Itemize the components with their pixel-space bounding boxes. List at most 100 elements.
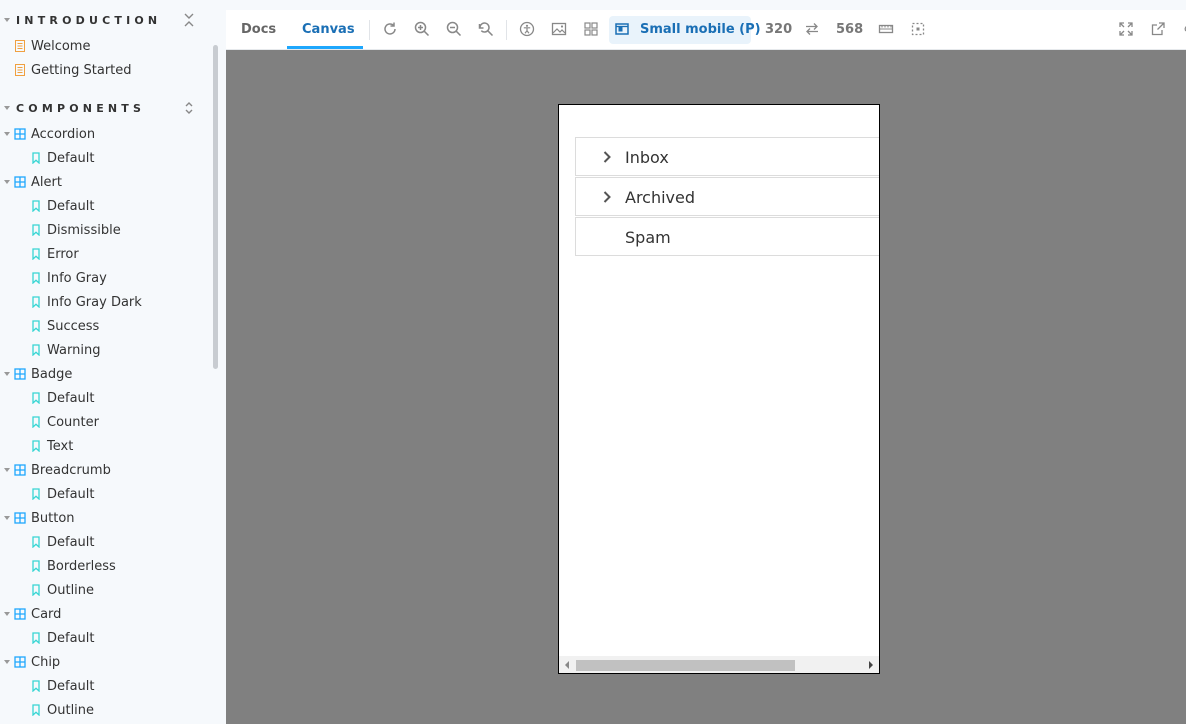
section-header-introduction[interactable]: INTRODUCTION (0, 8, 210, 32)
sidebar-story-warning[interactable]: Warning (0, 338, 210, 362)
sidebar-story-label: Text (47, 438, 74, 454)
sidebar-story-outline[interactable]: Outline (0, 578, 210, 602)
bookmark-icon (32, 224, 40, 236)
scroll-right-icon[interactable] (869, 661, 873, 669)
sidebar-item-chip[interactable]: Chip (0, 650, 210, 674)
sidebar-story-dismissible[interactable]: Dismissible (0, 218, 210, 242)
chevron-right-icon (603, 151, 611, 163)
document-icon (15, 40, 25, 52)
caret-down-icon (4, 18, 10, 22)
sidebar-story-text[interactable]: Text (0, 434, 210, 458)
sidebar-item-breadcrumb[interactable]: Breadcrumb (0, 458, 210, 482)
accordion-label: Spam (625, 227, 671, 247)
zoom-in-icon[interactable] (414, 21, 430, 37)
bookmark-icon (32, 704, 40, 716)
viewport-label: Small mobile (P) (640, 22, 761, 37)
caret-down-icon (4, 516, 10, 520)
sidebar-story-borderless[interactable]: Borderless (0, 554, 210, 578)
sidebar-story-success[interactable]: Success (0, 314, 210, 338)
grid-icon[interactable] (583, 21, 599, 37)
zoom-out-icon[interactable] (446, 21, 462, 37)
bookmark-icon (32, 536, 40, 548)
image-background-icon[interactable] (551, 21, 567, 37)
sidebar-scrollbar[interactable] (213, 45, 218, 369)
sidebar-story-default[interactable]: Default (0, 386, 210, 410)
sidebar-story-default[interactable]: Default (0, 482, 210, 506)
viewport-width[interactable]: 320 (765, 10, 792, 49)
accordion-item-archived[interactable]: Archived (575, 177, 879, 216)
sidebar-story-label: Default (47, 390, 95, 406)
sidebar-item-accordion[interactable]: Accordion (0, 122, 210, 146)
sidebar-story-label: Warning (47, 342, 101, 358)
expand-collapse-icon[interactable] (182, 100, 196, 116)
sidebar-story-info-gray[interactable]: Info Gray (0, 266, 210, 290)
outline-icon[interactable] (910, 21, 926, 37)
caret-down-icon (4, 612, 10, 616)
bookmark-icon (32, 200, 40, 212)
refresh-icon[interactable] (382, 21, 398, 37)
component-icon (14, 368, 26, 380)
sidebar-story-counter[interactable]: Counter (0, 410, 210, 434)
sidebar-story-label: Success (47, 318, 100, 334)
sidebar-story-default[interactable]: Default (0, 146, 210, 170)
sidebar-story-label: Info Gray (47, 270, 107, 286)
sidebar-story-error[interactable]: Error (0, 242, 210, 266)
accordion-item-inbox[interactable]: Inbox (575, 137, 879, 176)
sidebar-item-getting-started[interactable]: Getting Started (0, 58, 210, 82)
sidebar-story-info-gray-dark[interactable]: Info Gray Dark (0, 290, 210, 314)
tab-canvas[interactable]: Canvas (302, 10, 355, 49)
sidebar-story-label: Error (47, 246, 79, 262)
sidebar-item-alert[interactable]: Alert (0, 170, 210, 194)
accessibility-icon[interactable] (519, 21, 535, 37)
canvas-area: Inbox Archived Spam (226, 50, 1186, 724)
zoom-reset-icon[interactable] (478, 21, 494, 37)
tab-docs[interactable]: Docs (241, 10, 276, 49)
scroll-left-icon[interactable] (565, 661, 569, 669)
chevron-right-icon (603, 191, 611, 203)
measure-icon[interactable] (878, 21, 894, 37)
sidebar-story-label: Default (47, 198, 95, 214)
sidebar-story-label: Outline (47, 582, 95, 598)
toolbar: Docs Canvas Small mobile (P) 320 568 (226, 10, 1186, 50)
accordion-label: Archived (625, 187, 696, 207)
bookmark-icon (32, 488, 40, 500)
sidebar-story-default[interactable]: Default (0, 674, 210, 698)
scrollbar-thumb[interactable] (576, 660, 795, 671)
sidebar-story-label: Counter (47, 414, 99, 430)
caret-down-icon (4, 132, 10, 136)
sidebar-story-label: Default (47, 678, 95, 694)
sidebar-story-label: Default (47, 150, 95, 166)
caret-down-icon (4, 660, 10, 664)
sidebar-item-label: Chip (31, 654, 61, 670)
open-new-tab-icon[interactable] (1150, 21, 1166, 37)
accordion-item-spam[interactable]: Spam (575, 217, 879, 256)
component-icon (14, 464, 26, 476)
sidebar-story-label: Default (47, 630, 95, 646)
bookmark-icon (32, 440, 40, 452)
section-header-components[interactable]: COMPONENTS (0, 96, 210, 120)
sidebar-story-label: Info Gray Dark (47, 294, 142, 310)
bookmark-icon (32, 392, 40, 404)
sidebar-story-default[interactable]: Default (0, 626, 210, 650)
preview-frame: Inbox Archived Spam (558, 104, 880, 674)
sidebar-item-label: Card (31, 606, 62, 622)
horizontal-scrollbar[interactable] (559, 656, 879, 673)
sidebar-story-default[interactable]: Default (0, 530, 210, 554)
sidebar-item-card[interactable]: Card (0, 602, 210, 626)
section-title: INTRODUCTION (16, 13, 162, 27)
component-icon (14, 656, 26, 668)
viewport-height[interactable]: 568 (836, 10, 863, 49)
copy-link-icon[interactable] (1180, 21, 1186, 37)
collapse-icon[interactable] (182, 12, 196, 28)
sidebar-story-label: Default (47, 486, 95, 502)
sidebar: INTRODUCTION Welcome Getting Started COM… (0, 0, 226, 724)
sidebar-story-outline[interactable]: Outline (0, 698, 210, 722)
fullscreen-icon[interactable] (1118, 21, 1134, 37)
bookmark-icon (32, 248, 40, 260)
rotate-viewport-icon[interactable] (804, 21, 820, 37)
sidebar-item-badge[interactable]: Badge (0, 362, 210, 386)
sidebar-item-button[interactable]: Button (0, 506, 210, 530)
toolbar-divider (369, 20, 370, 40)
sidebar-story-default[interactable]: Default (0, 194, 210, 218)
sidebar-item-welcome[interactable]: Welcome (0, 34, 210, 58)
